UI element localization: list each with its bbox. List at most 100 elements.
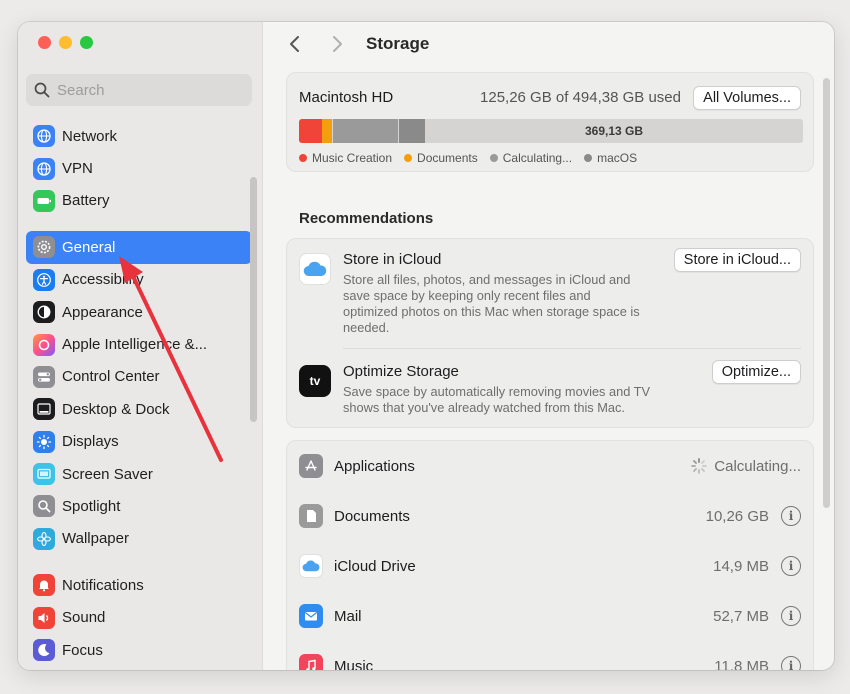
- sidebar-item-label: General: [62, 238, 116, 256]
- sidebar-item-label: Appearance: [62, 303, 143, 321]
- sidebar-item-screen-saver[interactable]: Screen Saver: [26, 458, 252, 490]
- sidebar-scrollbar[interactable]: [250, 177, 257, 422]
- sidebar-item-desktop-dock[interactable]: Desktop & Dock: [26, 393, 252, 425]
- category-row-mail[interactable]: Mail 52,7 MB i: [299, 591, 801, 641]
- flower-icon: [33, 527, 55, 550]
- chevron-left-icon: [290, 36, 299, 52]
- category-label: iCloud Drive: [334, 557, 416, 575]
- main-content: Storage Macintosh HD 125,26 GB of 494,38…: [264, 22, 834, 670]
- volume-name: Macintosh HD: [299, 89, 394, 106]
- category-value: 10,26 GB: [705, 507, 769, 525]
- category-value: 11,8 MB: [714, 657, 769, 671]
- sidebar-item-general[interactable]: General: [26, 231, 252, 264]
- search-field[interactable]: [26, 74, 252, 106]
- storage-legend: Music Creation Documents Calculating... …: [299, 151, 637, 165]
- info-icon[interactable]: i: [781, 506, 801, 526]
- sidebar: Network VPN Battery: [18, 22, 263, 670]
- storage-categories-card: Applications Calculating... Documents 10: [286, 440, 814, 670]
- legend-item: Music Creation: [299, 151, 392, 165]
- sidebar-item-accessibility[interactable]: Accessibility: [26, 264, 252, 296]
- category-row-music[interactable]: Music 11,8 MB i: [299, 641, 801, 670]
- recommendations-title: Recommendations: [299, 210, 434, 227]
- search-icon: [34, 82, 50, 98]
- chevron-right-icon: [333, 36, 342, 52]
- icloud-icon: [299, 253, 331, 285]
- bar-segment-documents: [322, 119, 332, 143]
- category-row-documents[interactable]: Documents 10,26 GB i: [299, 491, 801, 541]
- gear-icon: [33, 236, 55, 259]
- category-value: 14,9 MB: [713, 557, 769, 575]
- sidebar-item-apple-intelligence[interactable]: Apple Intelligence &...: [26, 328, 252, 360]
- accessibility-icon: [33, 268, 55, 291]
- category-label: Applications: [334, 457, 415, 475]
- magnifier-icon: [33, 495, 55, 518]
- sidebar-item-spotlight[interactable]: Spotlight: [26, 490, 252, 522]
- sidebar-item-label: Desktop & Dock: [62, 400, 170, 418]
- sidebar-item-label: VPN: [62, 160, 93, 178]
- sidebar-item-appearance[interactable]: Appearance: [26, 296, 252, 328]
- zoom-button[interactable]: [80, 36, 93, 49]
- sidebar-list: Network VPN Battery General Accessibilit…: [26, 120, 252, 666]
- sidebar-item-network[interactable]: Network: [26, 120, 252, 152]
- loading-spinner-icon: [691, 458, 708, 474]
- rec-optimize-storage-description: Save space by automatically removing mov…: [343, 384, 651, 415]
- bar-segment-music-creation: [299, 119, 322, 143]
- globe-icon: [33, 125, 55, 148]
- sidebar-item-label: Displays: [62, 433, 119, 451]
- app-store-icon: [299, 454, 323, 478]
- sidebar-item-label: Notifications: [62, 576, 144, 594]
- close-button[interactable]: [38, 36, 51, 49]
- sidebar-item-battery[interactable]: Battery: [26, 185, 252, 217]
- sidebar-item-vpn[interactable]: VPN: [26, 152, 252, 184]
- rec-store-icloud-description: Store all files, photos, and messages in…: [343, 272, 640, 335]
- icloud-icon: [299, 554, 323, 578]
- bar-segment-calculating: [333, 119, 398, 143]
- sidebar-item-label: Spotlight: [62, 497, 121, 515]
- sidebar-item-wallpaper[interactable]: Wallpaper: [26, 523, 252, 555]
- sidebar-item-control-center[interactable]: Control Center: [26, 361, 252, 393]
- screen-saver-icon: [33, 463, 55, 486]
- legend-item: Documents: [404, 151, 478, 165]
- mail-icon: [299, 604, 323, 628]
- info-icon[interactable]: i: [781, 656, 801, 670]
- category-label: Music: [334, 657, 374, 671]
- store-in-icloud-button[interactable]: Store in iCloud...: [673, 248, 801, 272]
- storage-summary-card: Macintosh HD 125,26 GB of 494,38 GB used…: [286, 72, 814, 172]
- minimize-button[interactable]: [59, 36, 72, 49]
- legend-item: Calculating...: [489, 151, 572, 165]
- category-row-applications[interactable]: Applications Calculating...: [299, 441, 801, 491]
- moon-icon: [33, 639, 55, 662]
- apple-tv-icon: tv: [299, 365, 331, 397]
- storage-usage-bar: 369,13 GB: [299, 119, 803, 143]
- sidebar-item-label: Sound: [62, 609, 106, 627]
- info-icon[interactable]: i: [781, 606, 801, 626]
- optimize-button[interactable]: Optimize...: [711, 360, 801, 384]
- back-button[interactable]: [284, 33, 306, 55]
- speaker-icon: [33, 606, 55, 629]
- apple-intelligence-icon: [33, 333, 55, 356]
- recommendations-card: Store in iCloud Store all files, photos,…: [286, 238, 814, 428]
- search-input[interactable]: [57, 81, 237, 99]
- category-value: 52,7 MB: [713, 607, 769, 625]
- rec-optimize-storage-title: Optimize Storage: [343, 363, 459, 380]
- sidebar-item-sound[interactable]: Sound: [26, 601, 252, 633]
- sidebar-item-notifications[interactable]: Notifications: [26, 569, 252, 601]
- music-icon: [299, 654, 323, 670]
- bar-segment-macos: [399, 119, 425, 143]
- document-icon: [299, 504, 323, 528]
- appearance-icon: [33, 301, 55, 324]
- sidebar-item-label: Battery: [62, 192, 110, 210]
- window-controls: [38, 36, 93, 49]
- bell-icon: [33, 574, 55, 597]
- category-row-icloud-drive[interactable]: iCloud Drive 14,9 MB i: [299, 541, 801, 591]
- forward-button[interactable]: [326, 33, 348, 55]
- sidebar-item-focus[interactable]: Focus: [26, 634, 252, 666]
- sidebar-item-label: Control Center: [62, 368, 160, 386]
- sidebar-item-displays[interactable]: Displays: [26, 426, 252, 458]
- main-scrollbar[interactable]: [823, 78, 830, 508]
- all-volumes-button[interactable]: All Volumes...: [693, 86, 801, 110]
- rec-store-icloud-title: Store in iCloud: [343, 251, 442, 268]
- sidebar-item-label: Wallpaper: [62, 530, 129, 548]
- info-icon[interactable]: i: [781, 556, 801, 576]
